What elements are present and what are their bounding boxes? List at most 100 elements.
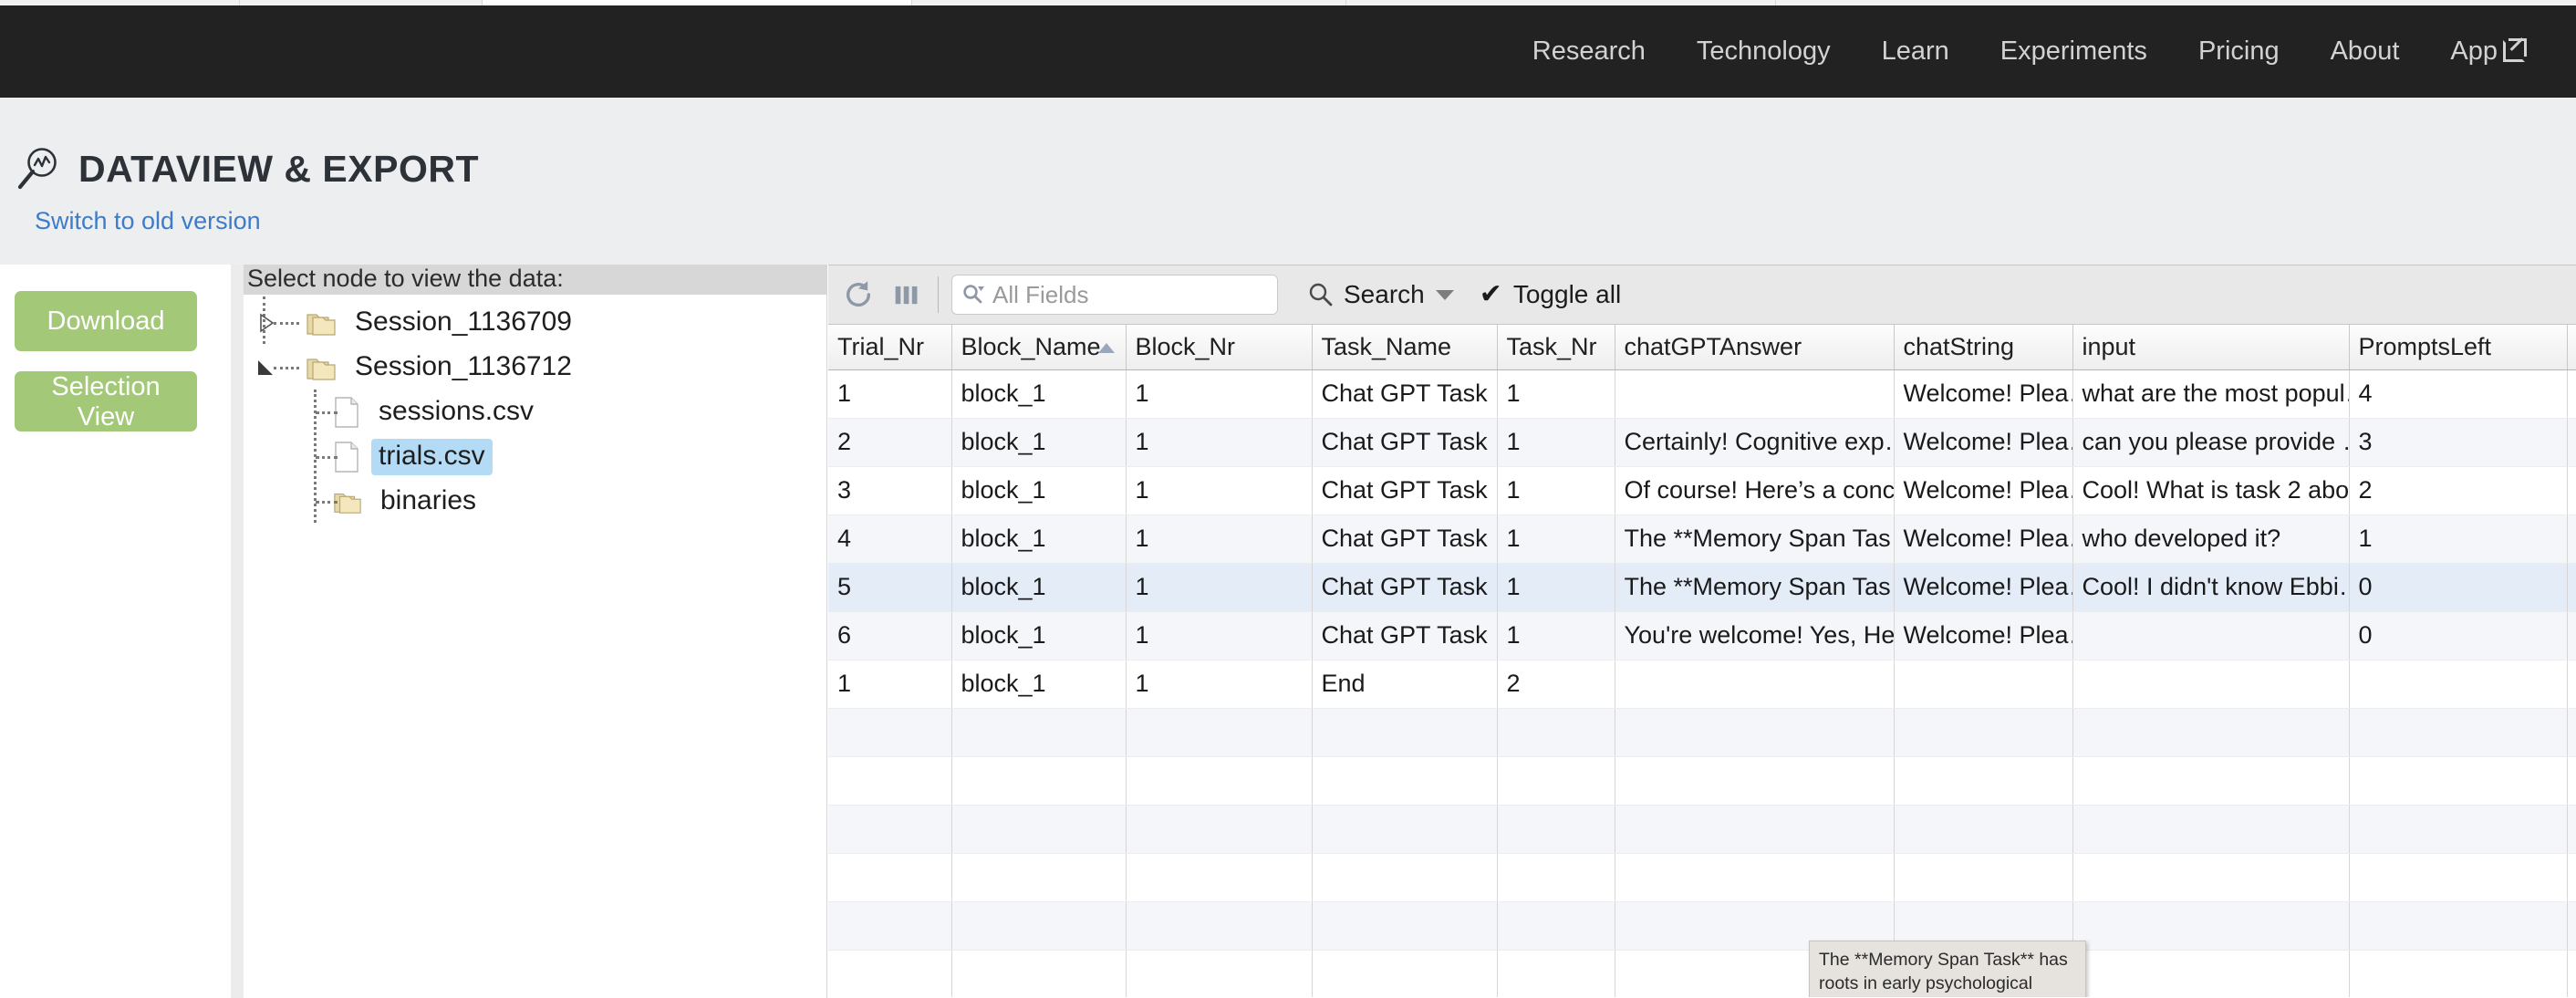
table-cell[interactable] bbox=[1312, 853, 1498, 902]
table-cell[interactable] bbox=[1894, 660, 2073, 709]
download-button[interactable]: Download bbox=[15, 291, 197, 351]
tree-node-session-1136712[interactable]: Session_1136712 bbox=[244, 345, 826, 390]
refresh-icon[interactable] bbox=[837, 274, 879, 316]
nav-link-about[interactable]: About bbox=[2305, 5, 2425, 98]
table-cell[interactable] bbox=[2072, 901, 2350, 951]
table-header-block_name[interactable]: Block_Name bbox=[951, 325, 1127, 370]
table-cell[interactable] bbox=[1497, 853, 1615, 902]
table-cell[interactable] bbox=[1312, 805, 1498, 854]
table-cell[interactable] bbox=[2349, 660, 2568, 709]
table-row[interactable]: 6 block_1 1 Chat GPT Task 1 You're welcome! Y… bbox=[828, 611, 2576, 660]
table-cell[interactable]: 2 bbox=[828, 418, 952, 467]
table-cell[interactable] bbox=[828, 853, 952, 902]
table-cell[interactable]: block_1 bbox=[951, 611, 1127, 660]
table-cell[interactable]: block_1 bbox=[951, 563, 1127, 612]
table-cell[interactable] bbox=[2349, 708, 2568, 757]
table-cell[interactable]: 1 bbox=[828, 660, 952, 709]
switch-to-old-version-link[interactable]: Switch to old version bbox=[35, 207, 261, 235]
table-cell[interactable] bbox=[2072, 950, 2350, 997]
table-cell[interactable]: who developed it? bbox=[2072, 515, 2350, 564]
table-cell[interactable] bbox=[2567, 563, 2576, 612]
table-row[interactable]: 4 block_1 1 Chat GPT Task 1 The **Memory Span… bbox=[828, 515, 2576, 564]
table-cell[interactable] bbox=[2349, 853, 2568, 902]
table-cell[interactable] bbox=[2349, 901, 2568, 951]
table-row[interactable]: 1 block_1 1 End 2 bbox=[828, 660, 2576, 709]
search-button[interactable]: Search bbox=[1307, 280, 1454, 309]
table-scroll-container[interactable]: Trial_Nr Block_Name Block_Nr Task_Name Task_… bbox=[828, 325, 2576, 997]
table-cell[interactable] bbox=[828, 950, 952, 997]
table-cell[interactable]: The **Memory Span Tas… bbox=[1615, 515, 1895, 564]
table-cell[interactable] bbox=[2567, 418, 2576, 467]
nav-link-experiments[interactable]: Experiments bbox=[1975, 5, 2173, 98]
table-cell[interactable] bbox=[1126, 950, 1313, 997]
table-cell[interactable]: 1 bbox=[1126, 369, 1313, 419]
table-row[interactable]: 3 block_1 1 Chat GPT Task 1 Of course! Here’s… bbox=[828, 466, 2576, 515]
table-cell[interactable]: block_1 bbox=[951, 418, 1127, 467]
table-cell[interactable] bbox=[1497, 950, 1615, 997]
table-cell[interactable] bbox=[951, 805, 1127, 854]
table-cell[interactable]: what are the most popul… bbox=[2072, 369, 2350, 419]
table-cell[interactable]: 3 bbox=[2349, 418, 2568, 467]
table-row[interactable] bbox=[828, 901, 2576, 951]
chevron-right-icon[interactable] bbox=[254, 312, 276, 334]
table-cell[interactable]: Welcome! Plea… bbox=[1894, 466, 2073, 515]
table-cell[interactable] bbox=[828, 708, 952, 757]
table-cell[interactable] bbox=[1894, 805, 2073, 854]
table-cell[interactable] bbox=[1615, 708, 1895, 757]
table-cell[interactable]: 1 bbox=[1497, 369, 1615, 419]
table-cell[interactable] bbox=[2567, 611, 2576, 660]
table-cell[interactable] bbox=[2072, 805, 2350, 854]
table-cell[interactable] bbox=[1126, 756, 1313, 806]
table-cell[interactable] bbox=[1126, 853, 1313, 902]
table-cell[interactable] bbox=[1894, 853, 2073, 902]
table-cell[interactable] bbox=[951, 708, 1127, 757]
table-cell[interactable]: Welcome! Plea… bbox=[1894, 418, 2073, 467]
table-cell[interactable] bbox=[828, 756, 952, 806]
tree-node-binaries[interactable]: binaries bbox=[244, 479, 826, 524]
search-input-wrapper[interactable]: All Fields bbox=[951, 275, 1278, 315]
table-cell[interactable] bbox=[1615, 853, 1895, 902]
table-cell[interactable]: can you please provide … bbox=[2072, 418, 2350, 467]
table-cell[interactable]: 1 bbox=[1126, 515, 1313, 564]
table-cell[interactable] bbox=[951, 901, 1127, 951]
tree-node-session-1136709[interactable]: Session_1136709 bbox=[244, 300, 826, 345]
table-cell[interactable] bbox=[2567, 853, 2576, 902]
table-row[interactable] bbox=[828, 708, 2576, 757]
table-cell[interactable]: 2 bbox=[1497, 660, 1615, 709]
table-header-trial_nr[interactable]: Trial_Nr bbox=[828, 325, 952, 370]
table-cell[interactable] bbox=[2567, 369, 2576, 419]
table-cell[interactable]: Chat GPT Task bbox=[1312, 563, 1498, 612]
table-cell[interactable] bbox=[2567, 708, 2576, 757]
table-cell[interactable] bbox=[1615, 756, 1895, 806]
table-header-task_name[interactable]: Task_Name bbox=[1312, 325, 1498, 370]
table-cell[interactable]: Chat GPT Task bbox=[1312, 515, 1498, 564]
table-cell[interactable]: Welcome! Plea… bbox=[1894, 563, 2073, 612]
table-cell[interactable] bbox=[951, 853, 1127, 902]
table-cell[interactable] bbox=[1312, 708, 1498, 757]
table-cell[interactable]: Cool! What is task 2 abo… bbox=[2072, 466, 2350, 515]
table-cell[interactable] bbox=[1497, 805, 1615, 854]
table-cell[interactable] bbox=[1497, 901, 1615, 951]
nav-link-app[interactable]: App bbox=[2425, 5, 2549, 98]
chevron-down-icon[interactable] bbox=[254, 357, 276, 379]
table-cell[interactable] bbox=[1126, 901, 1313, 951]
table-row[interactable] bbox=[828, 950, 2576, 997]
table-cell[interactable]: The **Memory Span Tas… bbox=[1615, 563, 1895, 612]
table-cell[interactable]: 0 bbox=[2349, 611, 2568, 660]
table-cell[interactable]: Cool! I didn't know Ebbi… bbox=[2072, 563, 2350, 612]
table-cell[interactable] bbox=[2072, 853, 2350, 902]
tree-node-sessions-csv[interactable]: sessions.csv bbox=[244, 390, 826, 434]
table-cell[interactable]: 1 bbox=[1126, 660, 1313, 709]
table-row[interactable] bbox=[828, 756, 2576, 806]
columns-icon[interactable] bbox=[885, 274, 927, 316]
table-row[interactable] bbox=[828, 853, 2576, 902]
tree-node-trials-csv[interactable]: trials.csv bbox=[244, 434, 826, 479]
table-cell[interactable] bbox=[828, 805, 952, 854]
table-cell[interactable] bbox=[1894, 708, 2073, 757]
table-cell[interactable] bbox=[2072, 611, 2350, 660]
table-cell[interactable]: 1 bbox=[2349, 515, 2568, 564]
table-cell[interactable] bbox=[1126, 805, 1313, 854]
table-cell[interactable]: 1 bbox=[1497, 611, 1615, 660]
table-cell[interactable] bbox=[1312, 950, 1498, 997]
table-cell[interactable]: 1 bbox=[1126, 563, 1313, 612]
